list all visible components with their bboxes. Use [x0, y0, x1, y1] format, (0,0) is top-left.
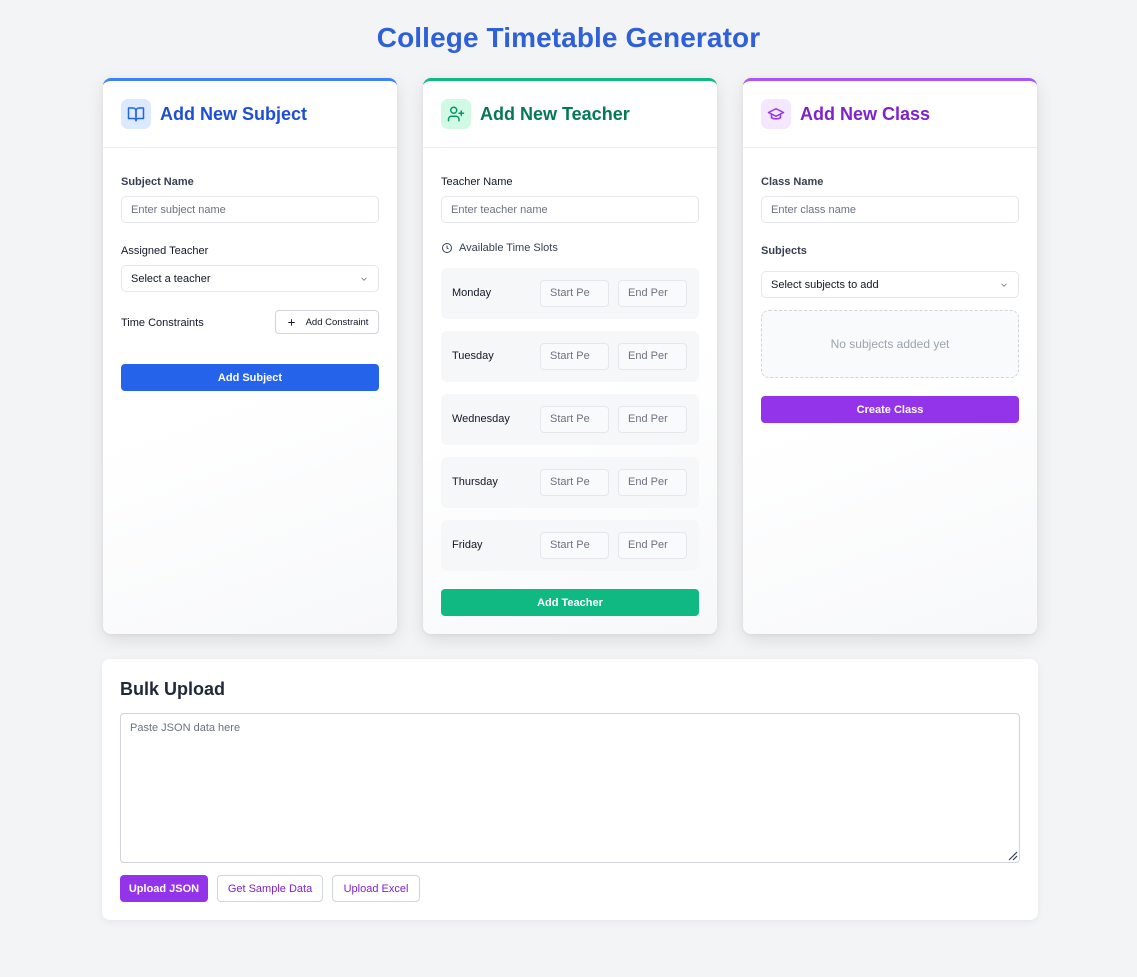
get-sample-data-button[interactable]: Get Sample Data: [217, 875, 323, 902]
graduation-cap-icon: [761, 99, 791, 129]
end-period-input[interactable]: End Per: [618, 406, 687, 433]
subjects-select[interactable]: Select subjects to add: [761, 271, 1019, 298]
card-title: Add New Teacher: [480, 103, 630, 124]
subject-name-input[interactable]: [121, 196, 379, 223]
day-name: Friday: [452, 539, 483, 551]
book-open-icon: [121, 99, 151, 129]
clock-icon: [442, 243, 452, 253]
teacher-name-label: Teacher Name: [441, 176, 513, 188]
add-class-card: Add New Class Class Name Subjects Select…: [743, 78, 1037, 634]
end-period-input[interactable]: End Per: [618, 469, 687, 496]
start-period-input[interactable]: Start Pe: [540, 406, 609, 433]
json-textarea[interactable]: [120, 713, 1020, 863]
subject-name-label: Subject Name: [121, 176, 194, 188]
start-period-input[interactable]: Start Pe: [540, 469, 609, 496]
teacher-select[interactable]: Select a teacher: [121, 265, 379, 292]
end-period-input[interactable]: End Per: [618, 343, 687, 370]
day-row-wednesday: Wednesday Start Pe End Per: [441, 394, 699, 445]
add-teacher-card: Add New Teacher Teacher Name Available T…: [423, 78, 717, 634]
subjects-empty-state: No subjects added yet: [761, 310, 1019, 378]
upload-excel-button[interactable]: Upload Excel: [332, 875, 420, 902]
start-period-input[interactable]: Start Pe: [540, 343, 609, 370]
card-header: Add New Subject: [103, 81, 397, 148]
subjects-select-value: Select subjects to add: [771, 278, 879, 291]
day-name: Wednesday: [452, 413, 510, 425]
bulk-upload-panel: Bulk Upload Upload JSON Get Sample Data …: [102, 659, 1038, 920]
add-constraint-label: Add Constraint: [305, 316, 369, 328]
available-slots-label: Available Time Slots: [441, 242, 558, 254]
slots-label-text: Available Time Slots: [459, 242, 558, 254]
resize-grip-icon[interactable]: [1006, 849, 1018, 861]
day-row-monday: Monday Start Pe End Per: [441, 268, 699, 319]
add-constraint-button[interactable]: Add Constraint: [275, 310, 379, 334]
day-name: Monday: [452, 287, 492, 299]
day-row-thursday: Thursday Start Pe End Per: [441, 457, 699, 508]
bulk-upload-title: Bulk Upload: [120, 679, 226, 699]
teacher-select-value: Select a teacher: [131, 272, 211, 285]
teacher-name-input[interactable]: [441, 196, 699, 223]
add-teacher-button[interactable]: Add Teacher: [441, 589, 699, 616]
plus-icon: [287, 318, 295, 326]
page-title: College Timetable Generator: [376, 22, 761, 53]
day-name: Tuesday: [452, 350, 494, 362]
class-name-label: Class Name: [761, 176, 824, 188]
user-plus-icon: [441, 99, 471, 129]
day-row-tuesday: Tuesday Start Pe End Per: [441, 331, 699, 382]
add-subject-card: Add New Subject Subject Name Assigned Te…: [103, 78, 397, 634]
create-class-button[interactable]: Create Class: [761, 396, 1019, 423]
start-period-input[interactable]: Start Pe: [540, 280, 609, 307]
card-title: Add New Class: [800, 103, 931, 124]
start-period-input[interactable]: Start Pe: [540, 532, 609, 559]
class-name-input[interactable]: [761, 196, 1019, 223]
card-header: Add New Teacher: [423, 81, 717, 148]
end-period-input[interactable]: End Per: [618, 532, 687, 559]
upload-json-button[interactable]: Upload JSON: [120, 875, 208, 902]
card-title: Add New Subject: [160, 103, 308, 124]
chevron-down-icon: [361, 276, 367, 281]
subjects-label: Subjects: [761, 245, 807, 257]
card-header: Add New Class: [743, 81, 1037, 148]
end-period-input[interactable]: End Per: [618, 280, 687, 307]
assigned-teacher-label: Assigned Teacher: [121, 245, 209, 257]
add-subject-button[interactable]: Add Subject: [121, 364, 379, 391]
chevron-down-icon: [1001, 282, 1007, 287]
page: College Timetable Generator Add New Subj…: [0, 0, 1137, 977]
day-row-friday: Friday Start Pe End Per: [441, 520, 699, 571]
time-constraints-label: Time Constraints: [121, 317, 204, 329]
day-name: Thursday: [452, 476, 498, 488]
